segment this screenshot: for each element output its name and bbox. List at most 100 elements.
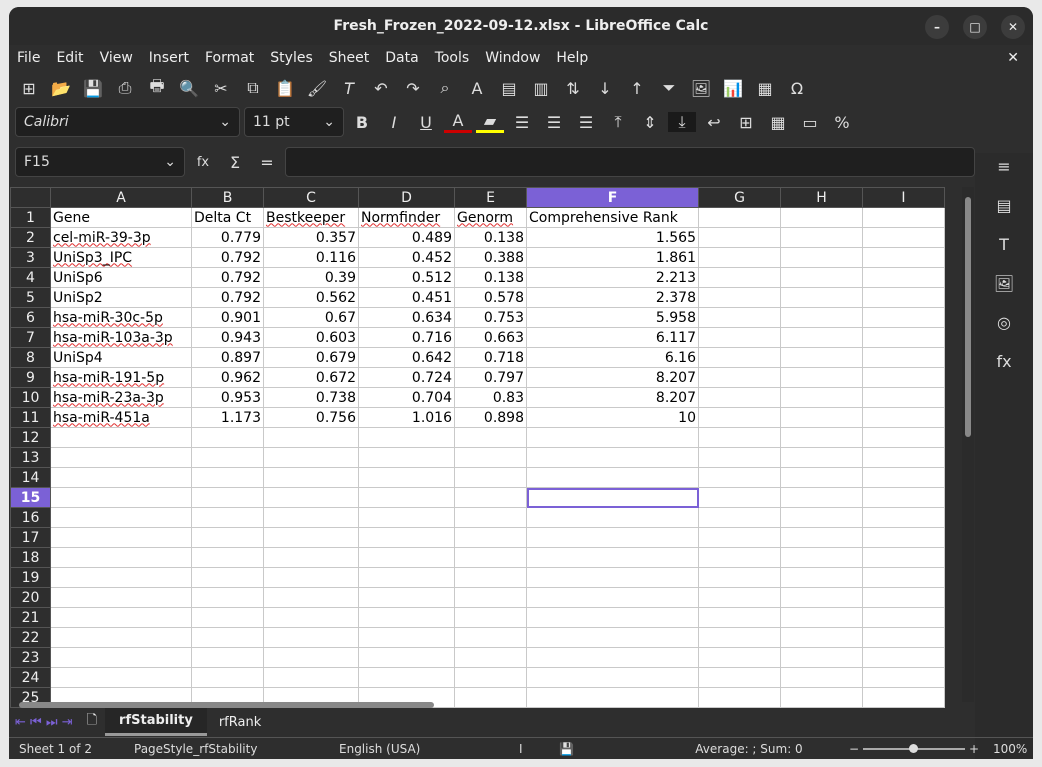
cell-C4[interactable]: 0.39 — [263, 267, 359, 288]
cell-G6[interactable] — [698, 307, 781, 328]
cell-G22[interactable] — [698, 627, 781, 648]
cell-G4[interactable] — [698, 267, 781, 288]
cell-G17[interactable] — [698, 527, 781, 548]
cell-E11[interactable]: 0.898 — [454, 407, 527, 428]
row-header[interactable]: 14 — [10, 467, 51, 488]
cell-F16[interactable] — [526, 507, 699, 528]
cell-B1[interactable]: Delta Ct — [191, 207, 264, 228]
cell-B20[interactable] — [191, 587, 264, 608]
copy-icon[interactable]: ⧉ — [239, 78, 267, 98]
cell-F11[interactable]: 10 — [526, 407, 699, 428]
align-middle-icon[interactable]: ⇕ — [636, 113, 664, 132]
cell-D4[interactable]: 0.512 — [358, 267, 455, 288]
cell-I21[interactable] — [862, 607, 945, 628]
cell-H19[interactable] — [780, 567, 863, 588]
cell-D16[interactable] — [358, 507, 455, 528]
column-header-F[interactable]: F — [526, 187, 699, 208]
cell-H8[interactable] — [780, 347, 863, 368]
cell-F14[interactable] — [526, 467, 699, 488]
cell-D1[interactable]: Normfinder — [358, 207, 455, 228]
cell-I6[interactable] — [862, 307, 945, 328]
save-icon[interactable]: 💾 — [79, 79, 107, 98]
cell-H12[interactable] — [780, 427, 863, 448]
column-header-H[interactable]: H — [780, 187, 863, 208]
cell-C11[interactable]: 0.756 — [263, 407, 359, 428]
cell-F12[interactable] — [526, 427, 699, 448]
row-header[interactable]: 6 — [10, 307, 51, 328]
cell-B5[interactable]: 0.792 — [191, 287, 264, 308]
align-left-icon[interactable]: ☰ — [508, 113, 536, 132]
cell-G5[interactable] — [698, 287, 781, 308]
cell-D19[interactable] — [358, 567, 455, 588]
cell-I12[interactable] — [862, 427, 945, 448]
cell-G12[interactable] — [698, 427, 781, 448]
cell-B16[interactable] — [191, 507, 264, 528]
cell-B22[interactable] — [191, 627, 264, 648]
cell-D12[interactable] — [358, 427, 455, 448]
column-header-B[interactable]: B — [191, 187, 264, 208]
clear-format-icon[interactable]: 𝘛 — [335, 79, 363, 98]
cell-I19[interactable] — [862, 567, 945, 588]
cell-F8[interactable]: 6.16 — [526, 347, 699, 368]
cell-C5[interactable]: 0.562 — [263, 287, 359, 308]
cell-G10[interactable] — [698, 387, 781, 408]
cell-I8[interactable] — [862, 347, 945, 368]
cell-B18[interactable] — [191, 547, 264, 568]
row-header[interactable]: 8 — [10, 347, 51, 368]
cell-H16[interactable] — [780, 507, 863, 528]
cell-C1[interactable]: Bestkeeper — [263, 207, 359, 228]
row-header[interactable]: 13 — [10, 447, 51, 468]
first-sheet-icon[interactable]: ⇤ ⏮ ⏭ ⇥ — [9, 715, 79, 730]
row-header[interactable]: 9 — [10, 367, 51, 388]
maximize-icon[interactable]: □ — [963, 15, 987, 39]
cell-H17[interactable] — [780, 527, 863, 548]
cell-D6[interactable]: 0.634 — [358, 307, 455, 328]
cell-C10[interactable]: 0.738 — [263, 387, 359, 408]
cell-E12[interactable] — [454, 427, 527, 448]
cell-D7[interactable]: 0.716 — [358, 327, 455, 348]
cell-E22[interactable] — [454, 627, 527, 648]
cell-I24[interactable] — [862, 667, 945, 688]
row-header[interactable]: 22 — [10, 627, 51, 648]
cell-C16[interactable] — [263, 507, 359, 528]
cell-C22[interactable] — [263, 627, 359, 648]
paste-icon[interactable]: 📋 — [271, 79, 299, 98]
cell-F17[interactable] — [526, 527, 699, 548]
redo-icon[interactable]: ↷ — [399, 79, 427, 98]
column-header-I[interactable]: I — [862, 187, 945, 208]
cell-B23[interactable] — [191, 647, 264, 668]
print-icon[interactable]: 🖶 — [143, 75, 171, 102]
cell-E4[interactable]: 0.138 — [454, 267, 527, 288]
cell-I2[interactable] — [862, 227, 945, 248]
cell-F15[interactable] — [526, 487, 699, 508]
menu-styles[interactable]: Styles — [262, 50, 320, 66]
language[interactable]: English (USA) — [339, 742, 519, 756]
font-size-box[interactable]: 11 pt ⌄ — [244, 107, 344, 137]
row-header[interactable]: 21 — [10, 607, 51, 628]
font-color-icon[interactable]: A — [444, 111, 472, 133]
close-document-icon[interactable]: ✕ — [999, 50, 1027, 66]
open-icon[interactable]: 📂 — [47, 79, 75, 98]
cell-I1[interactable] — [862, 207, 945, 228]
cell-F7[interactable]: 6.117 — [526, 327, 699, 348]
sheet-tab-rfrank[interactable]: rfRank — [207, 710, 273, 735]
cell-F25[interactable] — [526, 687, 699, 708]
cell-G2[interactable] — [698, 227, 781, 248]
cell-C14[interactable] — [263, 467, 359, 488]
image-icon[interactable]: 🖼 — [687, 79, 715, 98]
cell-A15[interactable] — [50, 487, 192, 508]
cell-C20[interactable] — [263, 587, 359, 608]
cell-I4[interactable] — [862, 267, 945, 288]
cell-F10[interactable]: 8.207 — [526, 387, 699, 408]
vertical-scrollbar[interactable] — [962, 187, 974, 702]
cell-H4[interactable] — [780, 267, 863, 288]
cell-A11[interactable]: hsa-miR-451a — [50, 407, 192, 428]
cell-G19[interactable] — [698, 567, 781, 588]
cell-F21[interactable] — [526, 607, 699, 628]
zoom-slider[interactable]: − + — [849, 742, 979, 756]
page-style[interactable]: PageStyle_rfStability — [134, 742, 339, 756]
cell-C9[interactable]: 0.672 — [263, 367, 359, 388]
cell-F22[interactable] — [526, 627, 699, 648]
sort-icon[interactable]: ⇅ — [559, 79, 587, 98]
cell-I9[interactable] — [862, 367, 945, 388]
